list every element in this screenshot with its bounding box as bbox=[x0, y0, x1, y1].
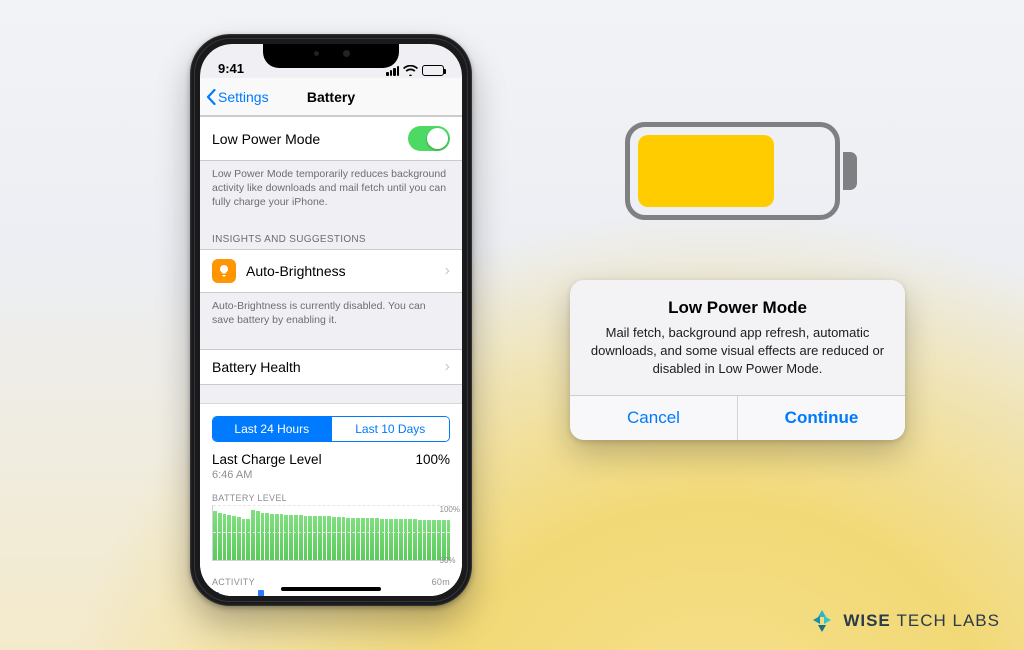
home-indicator[interactable] bbox=[281, 587, 381, 591]
activity-header: ACTIVITY bbox=[212, 577, 255, 587]
iphone-device-frame: 9:41 Settings Battery bbox=[190, 34, 472, 606]
low-power-mode-alert: Low Power Mode Mail fetch, background ap… bbox=[570, 280, 905, 440]
status-right-cluster bbox=[386, 65, 444, 76]
bulb-icon bbox=[212, 259, 236, 283]
low-power-mode-label: Low Power Mode bbox=[212, 131, 320, 147]
back-label: Settings bbox=[218, 89, 269, 105]
insights-header: INSIGHTS AND SUGGESTIONS bbox=[200, 220, 462, 249]
brand-name: WISE TECH LABS bbox=[843, 611, 1000, 631]
chevron-right-icon: › bbox=[445, 263, 450, 279]
auto-brightness-footer: Auto-Brightness is currently disabled. Y… bbox=[200, 293, 462, 337]
battery-level-scale-low: 50% bbox=[440, 556, 460, 565]
last-charge-percent: 100% bbox=[415, 452, 450, 467]
battery-level-scale-high: 100% bbox=[440, 505, 460, 514]
last-charge-label: Last Charge Level bbox=[212, 452, 322, 467]
chevron-left-icon bbox=[206, 89, 216, 105]
battery-health-row[interactable]: Battery Health › bbox=[200, 350, 462, 384]
low-power-mode-toggle[interactable] bbox=[408, 126, 450, 151]
alert-cancel-button[interactable]: Cancel bbox=[570, 396, 737, 440]
wifi-icon bbox=[403, 65, 418, 76]
last-charge-time: 6:46 AM bbox=[212, 469, 322, 481]
back-button[interactable]: Settings bbox=[206, 78, 269, 115]
low-power-mode-footer: Low Power Mode temporarily reduces backg… bbox=[200, 161, 462, 220]
phone-notch bbox=[263, 44, 399, 68]
time-range-segmented[interactable]: Last 24 Hours Last 10 Days bbox=[212, 416, 450, 442]
settings-content[interactable]: Low Power Mode Low Power Mode temporaril… bbox=[200, 116, 462, 596]
battery-illustration bbox=[625, 122, 857, 220]
nav-title: Battery bbox=[307, 89, 355, 105]
status-time: 9:41 bbox=[218, 61, 244, 76]
chevron-right-icon: › bbox=[445, 359, 450, 375]
battery-level-header: BATTERY LEVEL bbox=[212, 493, 287, 503]
segment-24h[interactable]: Last 24 Hours bbox=[213, 417, 331, 441]
phone-bezel: 9:41 Settings Battery bbox=[200, 44, 462, 596]
last-charge-row: Last Charge Level 6:46 AM 100% bbox=[200, 450, 462, 487]
alert-message: Mail fetch, background app refresh, auto… bbox=[588, 324, 887, 379]
activity-scale-right: 60m bbox=[432, 577, 450, 587]
brand-logo-icon bbox=[809, 608, 835, 634]
segment-10d[interactable]: Last 10 Days bbox=[331, 417, 450, 441]
auto-brightness-label: Auto-Brightness bbox=[246, 263, 346, 279]
battery-health-label: Battery Health bbox=[212, 359, 301, 375]
low-power-mode-row[interactable]: Low Power Mode bbox=[200, 117, 462, 160]
status-battery-icon bbox=[422, 65, 444, 76]
brand-watermark: WISE TECH LABS bbox=[809, 608, 1000, 634]
phone-screen: 9:41 Settings Battery bbox=[200, 44, 462, 596]
alert-title: Low Power Mode bbox=[588, 298, 887, 318]
alert-continue-button[interactable]: Continue bbox=[737, 396, 905, 440]
auto-brightness-row[interactable]: Auto-Brightness › bbox=[200, 250, 462, 292]
nav-bar: Settings Battery bbox=[200, 78, 462, 116]
battery-level-chart: 100% 50% bbox=[200, 505, 462, 569]
